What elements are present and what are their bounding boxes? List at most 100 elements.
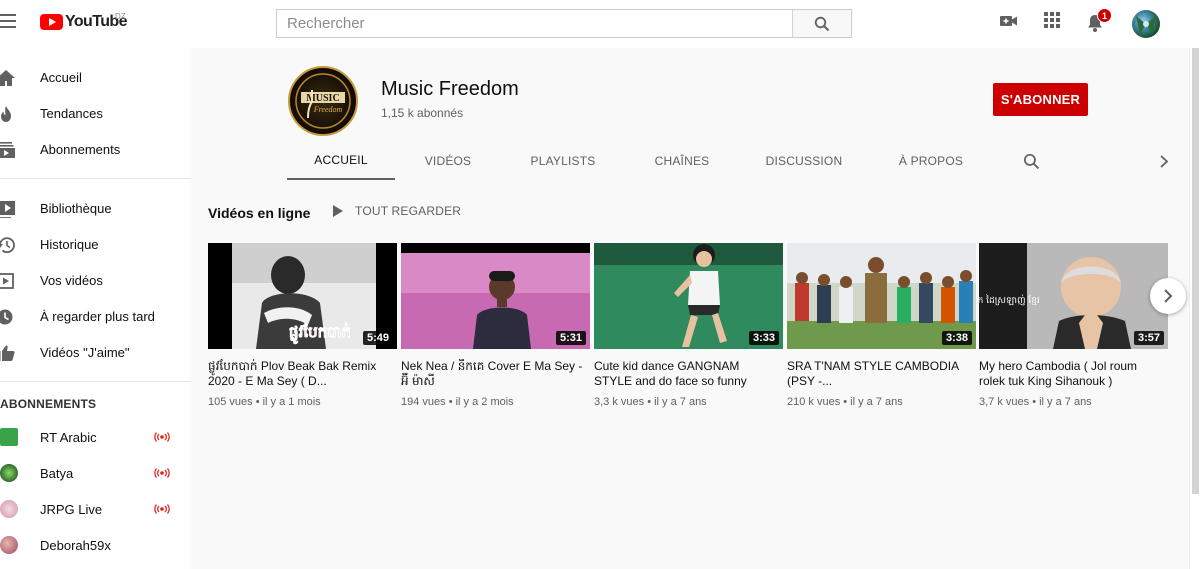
sidebar-item-label: Abonnements xyxy=(40,141,121,157)
tab-channels[interactable]: CHAÎNES xyxy=(625,142,739,180)
scrollbar[interactable] xyxy=(1189,48,1200,569)
history-icon xyxy=(0,237,15,254)
sidebar-item-watch-later[interactable]: À regarder plus tard xyxy=(0,298,191,334)
channel-avatar[interactable]: MUSIC Freedom xyxy=(288,66,358,136)
tab-about[interactable]: À PROPOS xyxy=(869,142,993,180)
live-icon xyxy=(154,468,170,478)
video-card[interactable]: ឪពុក ដៃស្រឡាញ់ ខ្មែរ 3:57 My hero Cambod… xyxy=(979,243,1168,408)
video-title[interactable]: SRA T'NAM STYLE CAMBODIA (PSY -... xyxy=(787,359,976,388)
video-meta: 3,3 k vues • il y a 7 ans xyxy=(594,396,707,408)
liked-icon xyxy=(0,345,15,361)
play-all-button[interactable]: TOUT REGARDER xyxy=(333,204,461,218)
subscription-name: Batya xyxy=(40,465,74,481)
tab-discussion[interactable]: DISCUSSION xyxy=(739,142,869,180)
tab-home[interactable]: ACCUEIL xyxy=(287,142,395,180)
channel-logo-subtext: Freedom xyxy=(313,105,343,114)
watch-later-icon xyxy=(0,309,13,325)
video-meta: 105 vues • il y a 1 mois xyxy=(208,396,321,408)
apps-grid-icon[interactable] xyxy=(1043,11,1061,29)
search-icon xyxy=(814,16,830,31)
subscriptions-section-title: ABONNEMENTS xyxy=(0,397,97,411)
subscriptions-icon xyxy=(0,142,15,158)
channel-name: Music Freedom xyxy=(381,78,519,100)
shelf-title: Vidéos en ligne xyxy=(208,205,311,221)
video-title[interactable]: ផ្លូវបែកបាក់ Plov Beak Bak Remix 2020 - … xyxy=(208,359,397,388)
divider xyxy=(0,178,191,179)
live-icon xyxy=(154,504,170,514)
video-thumbnail[interactable]: 5:31 xyxy=(401,243,590,349)
sidebar-item-history[interactable]: Historique xyxy=(0,226,191,262)
sidebar-subscription-item[interactable]: Deborah59x xyxy=(0,527,191,563)
channel-avatar-rt-arabic xyxy=(0,428,18,446)
avatar-image xyxy=(1136,16,1156,34)
video-title[interactable]: Nek Nea / នឹកគេ Cover E Ma Sey - អ៊ី ម៉ា… xyxy=(401,359,590,388)
home-icon xyxy=(0,70,15,86)
search-bar xyxy=(276,9,852,38)
channel-page: MUSIC Freedom Music Freedom 1,15 k abonn… xyxy=(191,48,1200,569)
channel-avatar-batya xyxy=(0,464,18,482)
top-bar: YouTube DZ 1 xyxy=(0,0,1200,48)
video-meta: 210 k vues • il y a 7 ans xyxy=(787,396,903,408)
play-all-label: TOUT REGARDER xyxy=(355,204,462,218)
avatar[interactable] xyxy=(1132,10,1160,38)
sidebar-item-label: Bibliothèque xyxy=(40,200,112,216)
sidebar-item-your-videos[interactable]: Vos vidéos xyxy=(0,262,191,298)
sidebar: Accueil Tendances Abonnements Bibliothèq… xyxy=(0,48,191,569)
sidebar-item-subscriptions[interactable]: Abonnements xyxy=(0,131,191,167)
menu-icon[interactable] xyxy=(0,14,16,28)
sidebar-item-trending[interactable]: Tendances xyxy=(0,95,191,131)
youtube-logo[interactable]: YouTube xyxy=(40,13,127,31)
sidebar-item-label: Tendances xyxy=(40,105,103,121)
channel-avatar-jrpg-live xyxy=(0,500,18,518)
create-video-icon[interactable] xyxy=(999,11,1019,31)
subscribe-button[interactable]: S'ABONNER xyxy=(993,83,1088,116)
search-button[interactable] xyxy=(792,10,851,37)
video-thumbnail[interactable]: 3:33 xyxy=(594,243,783,349)
channel-avatar-deborah59x xyxy=(0,536,18,554)
library-icon xyxy=(0,201,15,218)
chevron-right-icon[interactable] xyxy=(1159,155,1169,168)
trending-icon xyxy=(1,106,11,122)
video-card[interactable]: 3:33 Cute kid dance GANGNAM STYLE and do… xyxy=(594,243,783,408)
video-card[interactable]: ផ្លូវបែកបាក់ 5:49 ផ្លូវបែកបាក់ Plov Beak… xyxy=(208,243,397,408)
youtube-play-icon xyxy=(40,14,63,30)
video-thumbnail[interactable]: ឪពុក ដៃស្រឡាញ់ ខ្មែរ 3:57 xyxy=(979,243,1168,349)
video-thumbnail[interactable]: ផ្លូវបែកបាក់ 5:49 xyxy=(208,243,397,349)
thumbnail-overlay-text: ឪពុក ដៃស្រឡាញ់ ខ្មែរ xyxy=(979,294,1040,306)
scrollbar-thumb[interactable] xyxy=(1192,48,1199,494)
video-duration: 3:38 xyxy=(941,331,972,345)
channel-search-icon[interactable] xyxy=(1023,153,1040,170)
video-card[interactable]: 5:31 Nek Nea / នឹកគេ Cover E Ma Sey - អ៊… xyxy=(401,243,590,408)
sidebar-item-label: Accueil xyxy=(40,69,82,85)
video-thumbnail[interactable]: 3:38 xyxy=(787,243,976,349)
tab-playlists[interactable]: PLAYLISTS xyxy=(501,142,625,180)
video-title[interactable]: My hero Cambodia ( Jol roum rolek tuk Ki… xyxy=(979,359,1168,388)
sidebar-item-label: À regarder plus tard xyxy=(40,308,155,324)
shelf-next-button[interactable] xyxy=(1150,278,1186,314)
sidebar-item-library[interactable]: Bibliothèque xyxy=(0,190,191,226)
channel-tabs: ACCUEIL VIDÉOS PLAYLISTS CHAÎNES DISCUSS… xyxy=(287,142,1187,182)
sidebar-item-liked-videos[interactable]: Vidéos "J'aime" xyxy=(0,334,191,370)
video-duration: 5:49 xyxy=(362,331,393,345)
sidebar-subscription-item[interactable]: RT Arabic xyxy=(0,419,191,455)
subscription-name: Deborah59x xyxy=(40,537,111,553)
sidebar-subscription-item[interactable]: JRPG Live xyxy=(0,491,191,527)
video-card[interactable]: 3:38 SRA T'NAM STYLE CAMBODIA (PSY -... … xyxy=(787,243,976,408)
country-code: DZ xyxy=(115,12,126,21)
video-duration: 5:31 xyxy=(555,331,586,345)
tab-videos[interactable]: VIDÉOS xyxy=(395,142,501,180)
video-meta: 3,7 k vues • il y a 7 ans xyxy=(979,396,1092,408)
video-duration: 3:57 xyxy=(1133,331,1164,345)
notification-badge: 1 xyxy=(1097,8,1112,23)
sidebar-item-home[interactable]: Accueil xyxy=(0,59,191,95)
sidebar-item-label: Historique xyxy=(40,236,99,252)
video-meta: 194 vues • il y a 2 mois xyxy=(401,396,514,408)
video-title[interactable]: Cute kid dance GANGNAM STYLE and do face… xyxy=(594,359,783,388)
divider xyxy=(0,381,191,382)
subscriber-count: 1,15 k abonnés xyxy=(381,106,464,120)
channel-logo-image: MUSIC Freedom xyxy=(295,73,351,129)
sidebar-subscription-item[interactable]: Batya xyxy=(0,455,191,491)
search-input[interactable] xyxy=(277,10,792,37)
play-icon xyxy=(333,205,343,217)
video-duration: 3:33 xyxy=(748,331,779,345)
